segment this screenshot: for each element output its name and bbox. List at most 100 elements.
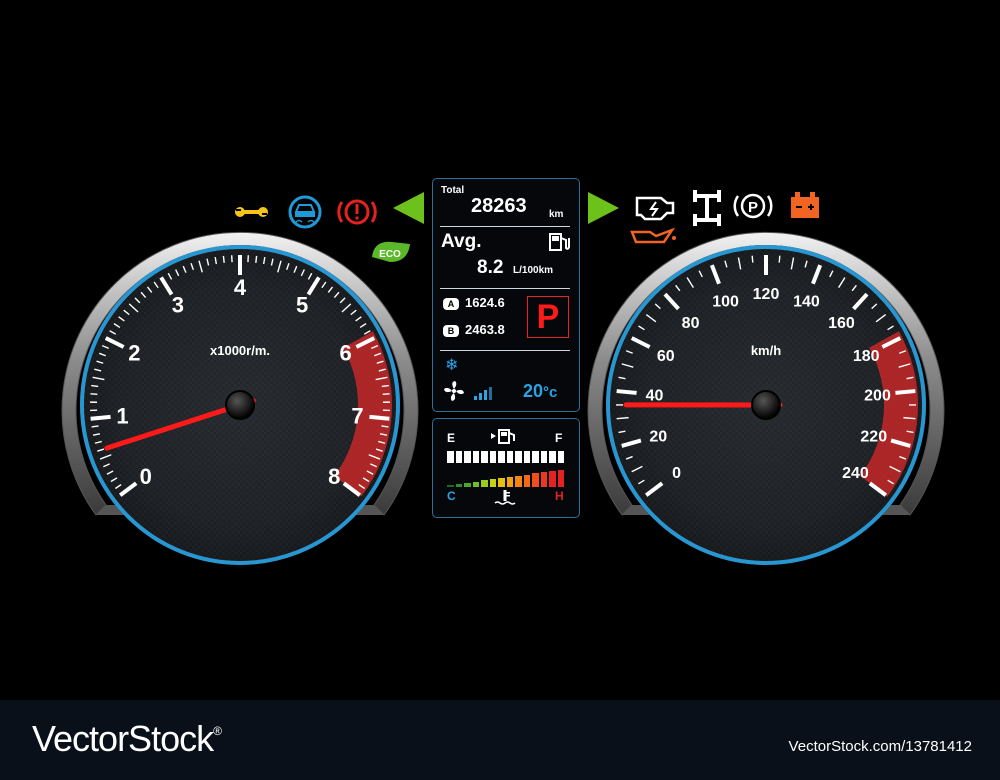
- gear-indicator: P: [527, 296, 569, 338]
- left-turn-signal-icon: [393, 192, 424, 224]
- temp-segment: [557, 470, 564, 487]
- eco-icon: ECO: [372, 241, 410, 262]
- parking-brake-icon: P: [733, 193, 773, 219]
- avg-consumption-unit: L/100km: [513, 265, 554, 276]
- fuel-segment: [540, 451, 547, 463]
- major-tick: [90, 414, 111, 421]
- fuel-segment: [455, 451, 462, 463]
- temp-segment: [540, 472, 547, 487]
- speedometer-scale-label: 60: [657, 348, 675, 365]
- fuel-segment: [532, 451, 539, 463]
- tachometer-unit-label: x1000r/m.: [210, 343, 270, 358]
- minor-tick: [382, 393, 390, 396]
- divider: [440, 288, 570, 289]
- minor-tick: [91, 384, 99, 388]
- speedometer-scale-label: 240: [842, 465, 869, 482]
- minor-tick: [751, 255, 754, 263]
- speedometer-scale-label: 200: [864, 387, 891, 404]
- tachometer-scale-label: 2: [128, 340, 140, 365]
- minor-tick: [90, 393, 98, 396]
- fuel-temp-display: E F C H: [432, 418, 580, 518]
- speedometer-needle-cap: [751, 390, 781, 420]
- oil-pressure-icon: [630, 227, 676, 244]
- fuel-segment: [472, 451, 479, 463]
- major-tick: [616, 389, 637, 395]
- traction-control-icon: [288, 195, 322, 229]
- speedometer-scale-label: 180: [853, 348, 880, 365]
- temp-segment: [447, 485, 454, 487]
- cabin-temperature-unit: °c: [543, 384, 558, 401]
- axle-icon: [693, 190, 721, 226]
- tachometer-scale-label: 4: [234, 275, 247, 300]
- fuel-segment: [515, 451, 522, 463]
- fuel-segment: [447, 451, 454, 463]
- trip-a-value: 1624.6: [465, 295, 505, 310]
- speedometer-scale-label: 0: [672, 465, 681, 482]
- fuel-empty-label: E: [447, 431, 456, 445]
- trip-b-badge: B: [443, 325, 459, 337]
- speedometer-scale-label: 20: [649, 428, 667, 445]
- temp-segment: [549, 471, 556, 487]
- major-tick: [895, 389, 916, 395]
- fuel-segment: [523, 451, 530, 463]
- fuel-segment: [464, 451, 471, 463]
- temp-segment: [472, 482, 479, 487]
- tachometer-scale-label: 8: [328, 464, 340, 489]
- speedometer-scale-label: 160: [828, 315, 855, 332]
- image-id: VectorStock.com/13781412: [788, 738, 972, 755]
- wrench-icon: [235, 207, 268, 217]
- fuel-segment: [489, 451, 496, 463]
- ac-snowflake-icon: ❄: [445, 357, 459, 374]
- tachometer-scale-label: 3: [172, 293, 184, 318]
- cabin-temperature: 20°c: [523, 381, 557, 402]
- avg-consumption-label: Avg.: [441, 231, 482, 252]
- fuel-gauge-icon: [491, 429, 515, 444]
- minor-tick: [222, 255, 225, 263]
- watermark-footer: VectorStock® VectorStock.com/13781412: [0, 700, 1000, 780]
- svg-text:P: P: [748, 199, 758, 216]
- speedometer: 0 20 40 60 80 100 120 140 160 180 200 220 240 km/h: [587, 231, 945, 565]
- speedometer-scale-label: 120: [753, 286, 780, 303]
- tachometer-scale-label: 7: [351, 404, 363, 429]
- minor-tick: [381, 384, 389, 388]
- info-display: Total 28263 km Avg. 8.2 L/100km A 1624.6…: [432, 178, 580, 412]
- minor-tick: [255, 255, 258, 263]
- fuel-segment: [481, 451, 488, 463]
- divider: [440, 226, 570, 227]
- registered-mark: ®: [213, 724, 222, 738]
- brand-logo: VectorStock®: [32, 718, 222, 760]
- minor-tick: [778, 255, 781, 263]
- speedometer-scale-label: 40: [646, 387, 664, 404]
- speedometer-scale-label: 100: [712, 293, 739, 310]
- tachometer-scale-label: 0: [140, 464, 152, 489]
- temp-segment: [506, 477, 513, 487]
- divider: [440, 350, 570, 351]
- brake-warning-icon: [337, 199, 377, 225]
- odometer-value: 28263: [471, 195, 527, 217]
- check-engine-icon: [635, 196, 675, 221]
- fuel-segment: [506, 451, 513, 463]
- fuel-segment: [498, 451, 505, 463]
- battery-icon: [791, 192, 819, 218]
- fuel-level-bar: [447, 451, 565, 463]
- speedometer-scale-label: 140: [793, 293, 820, 310]
- odometer-unit: km: [549, 209, 564, 220]
- eco-label: ECO: [379, 249, 401, 260]
- fan-icon: [444, 381, 464, 401]
- tachometer: 0 1 2 3 4 5 6 7 8 x1000r/m.: [61, 231, 419, 565]
- avg-consumption-value: 8.2: [477, 257, 504, 278]
- right-turn-signal-icon: [588, 192, 619, 224]
- odometer-label: Total: [441, 185, 465, 196]
- fuel-full-label: F: [555, 431, 563, 445]
- speedometer-scale-label: 220: [860, 428, 887, 445]
- fuel-pump-icon: [549, 233, 570, 251]
- speedometer-unit-label: km/h: [751, 343, 781, 358]
- tachometer-needle-cap: [225, 390, 255, 420]
- fan-level-bars: [474, 387, 492, 400]
- tachometer-scale-label: 6: [339, 340, 351, 365]
- tachometer-scale-label: 5: [296, 293, 308, 318]
- speedometer-scale-label: 80: [682, 315, 700, 332]
- coolant-temp-bar: [447, 469, 565, 487]
- temp-hot-label: H: [555, 489, 564, 503]
- fuel-segment: [557, 451, 564, 463]
